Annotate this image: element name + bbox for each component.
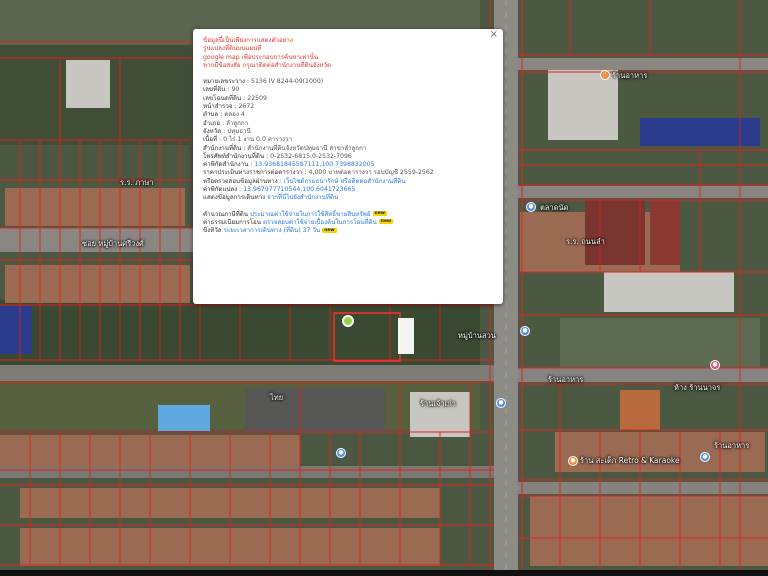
detail-row: เลขโฉนดที่ดิน : 22509 (203, 95, 493, 103)
map-label-soi: ซอย หมู่บ้านศรีวงศ์ (82, 239, 144, 248)
parcel-links: คำนวณภาษีที่ดิน ประมาณค่าใช้จ่ายในการใช้… (203, 211, 493, 236)
detail-row: เนื้อที่ : 0 ไร่ 1 งาน 0.0 ตารางวา (203, 136, 493, 144)
detail-row: สำนักงานที่ดิน : สำนักงานที่ดินจังหวัดปท… (203, 145, 493, 153)
pin-marker-icon[interactable]: ● (496, 398, 506, 408)
map-label-restaurant-2: ร้านอาหาร (548, 375, 584, 384)
map-label-restaurant-1: ร้านอาหาร (612, 71, 648, 80)
map-label-old-shop: ร้านเจ้าเก่า (420, 399, 456, 408)
detail-value[interactable]: จากที่นี่ไปยังสำนักงานที่ดิน (267, 194, 338, 201)
map-label-store: ห้าง ร้านนาจร (674, 383, 721, 392)
detail-label: เลขที่ดิน (203, 86, 228, 94)
detail-label: เลขโฉนดที่ดิน (203, 94, 244, 102)
detail-value: : คลอง 4 (220, 111, 245, 119)
detail-label: หรือตรวจสอบข้อมูลผ่านทาง (203, 177, 280, 185)
map-label-market: ตลาดนัด (540, 203, 569, 212)
link-label: คำนวณภาษีที่ดิน (203, 210, 250, 218)
bottom-bar (0, 570, 768, 576)
detail-value: : 2672 (234, 103, 255, 111)
detail-value[interactable]: : 13.93681845587111,100.7398832005 (250, 161, 374, 168)
close-icon[interactable]: × (490, 29, 498, 39)
popup-disclaimer: ข้อมูลนี้เป็นเพียงการแสดงตัวอย่าง รูปแปลง… (203, 37, 493, 70)
detail-row: เลขที่ดิน : 90 (203, 86, 493, 94)
map-label-village: หมู่บ้านสวน (458, 331, 496, 340)
link-value[interactable]: ประมาณค่าใช้จ่ายในการใช้สิทธิ์ขายสินทรัพ… (250, 211, 371, 218)
food-marker-icon[interactable]: ● (710, 360, 720, 370)
detail-label: ราคาประเมินทางราชการต่อตารางวา (203, 169, 305, 177)
detail-value: : 5136 IV 8244-09(1000) (246, 78, 324, 86)
map-label-thai: ไทย (270, 393, 284, 402)
detail-row: หน้าสำรวจ : 2672 (203, 103, 493, 111)
link-row: ค่าธรรมเนียมการโอน ตรวจสอบค่าใช้จ่ายเบื้… (203, 219, 493, 227)
shop-marker-icon[interactable]: ● (526, 202, 536, 212)
detail-value: : 90 (227, 86, 240, 94)
info-marker-icon[interactable]: ● (520, 326, 530, 336)
link-label: ขิงทิวัล (203, 227, 224, 235)
disclaimer-line: google map เพื่อประกอบการค้นหาเท่านั้น (203, 53, 319, 61)
new-badge: new (322, 227, 337, 233)
detail-value: : 4,000 บาทต่อตารางวา รอบบัญชี 2559-2562 (304, 169, 434, 177)
detail-label: หมายเลขระวาง (203, 78, 247, 86)
detail-label: หน้าสำรวจ (203, 103, 235, 111)
disclaimer-line: หากมีข้อสงสัย กรุณาติดต่อสำนักงานที่ดินจ… (203, 61, 332, 69)
map-label-school: ร.ร. ภาษา (120, 178, 154, 187)
detail-row: หรือตรวจสอบข้อมูลผ่านทาง : เว็บไซต์กรมธน… (203, 178, 493, 186)
detail-label: ค่าพิกัดสำนักงาน (203, 161, 251, 169)
detail-label: โทรศัพท์สำนักงานที่ดิน (203, 152, 267, 160)
detail-label: จังหวัด (203, 127, 224, 135)
detail-label: สำนักงานที่ดิน (203, 144, 244, 152)
detail-row: แสดงข้อมูลการเดินทาง จากที่นี่ไปยังสำนัก… (203, 194, 493, 202)
detail-value: : ปทุมธานี (223, 127, 251, 135)
detail-value: : 0-2532-6815,0-2532-7096 (266, 152, 352, 160)
link-value[interactable]: ระยะเวลาการเดินทาง (ที่ดิน) 37 วัน (224, 227, 321, 234)
disclaimer-line: รูปแปลงที่ดินบนแผนที่ (203, 45, 262, 53)
point-marker-icon[interactable]: ● (700, 452, 710, 462)
detail-row: โทรศัพท์สำนักงานที่ดิน : 0-2532-6815,0-2… (203, 153, 493, 161)
link-row: คำนวณภาษีที่ดิน ประมาณค่าใช้จ่ายในการใช้… (203, 211, 493, 219)
map-label-restaurant-3: ร้านอาหาร (714, 441, 750, 450)
map-label-karaoke: ร้าน สะเต็ก Retro & Karaoke (580, 456, 680, 465)
map-label-road: ร.ร. ถนนลำ (566, 237, 605, 246)
detail-label: ตำบล (203, 111, 221, 119)
link-value[interactable]: ตรวจสอบค่าใช้จ่ายเบื้องต้นในการโอนที่ดิน (263, 219, 377, 226)
detail-value: : 22509 (243, 94, 267, 102)
detail-row: หมายเลขระวาง : 5136 IV 8244-09(1000) (203, 78, 493, 86)
pool (158, 405, 210, 431)
new-badge: new (378, 219, 394, 225)
soi-road-2 (0, 365, 494, 381)
detail-value: : สำนักงานที่ดินจังหวัดปทุมธานี สาขาลำลู… (243, 144, 367, 152)
parcel-info-popup: × ข้อมูลนี้เป็นเพียงการแสดงตัวอย่าง รูปแป… (193, 29, 503, 304)
soi-road-3 (0, 466, 494, 478)
detail-label: เนื้อที่ (203, 136, 220, 144)
link-label: ค่าธรรมเนียมการโอน (203, 218, 263, 226)
detail-label: แสดงข้อมูลการเดินทาง (203, 194, 268, 202)
detail-value: : 0 ไร่ 1 งาน 0.0 ตารางวา (219, 136, 293, 144)
restaurant-marker-icon[interactable]: 🍴 (600, 70, 610, 80)
restaurant-marker-2-icon[interactable]: ● (568, 456, 578, 466)
link-row: ขิงทิวัล ระยะเวลาการเดินทาง (ที่ดิน) 37 … (203, 227, 493, 235)
detail-row: ตำบล : คลอง 4 (203, 111, 493, 119)
east-road-2 (518, 186, 768, 198)
detail-value[interactable]: : 13.967977710544,100.6041723665 (239, 186, 355, 193)
detail-label: อำเภอ (203, 119, 223, 127)
new-badge: new (372, 211, 387, 217)
east-road-4 (518, 482, 768, 494)
detail-row: อำเภอ : ลำลูกกา (203, 120, 493, 128)
parcel-details: หมายเลขระวาง : 5136 IV 8244-09(1000) เลขท… (203, 78, 493, 202)
detail-value[interactable]: : เว็บไซต์กรมธนารักษ์ หรือติดต่อสำนักงาน… (280, 178, 406, 185)
camera-marker-icon[interactable]: ● (336, 448, 346, 458)
detail-label: ค่าพิกัดแปลง (203, 186, 240, 194)
detail-value: : ลำลูกกา (222, 119, 249, 127)
detail-row: ราคาประเมินทางราชการต่อตารางวา : 4,000 บ… (203, 169, 493, 177)
east-road-1 (518, 58, 768, 70)
location-pin-icon[interactable] (342, 315, 354, 327)
